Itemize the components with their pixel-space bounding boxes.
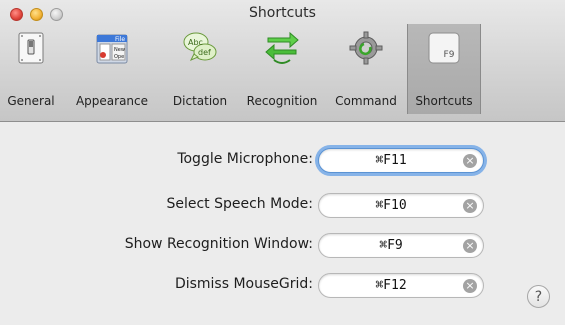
select-speech-mode-value: ⌘F10 xyxy=(375,198,407,213)
tab-command[interactable]: Command xyxy=(326,24,406,114)
tab-general-label: General xyxy=(7,94,55,108)
function-key-icon: F9 xyxy=(428,32,460,64)
dismiss-mousegrid-field[interactable]: ⌘F12 × xyxy=(318,273,484,298)
tab-appearance-label: Appearance xyxy=(75,94,149,108)
show-recognition-window-field[interactable]: ⌘F9 × xyxy=(318,233,484,258)
select-speech-mode-field[interactable]: ⌘F10 × xyxy=(318,193,484,218)
switch-icon xyxy=(18,32,44,64)
recognition-arrows-icon xyxy=(265,31,299,64)
show-recognition-window-label: Show Recognition Window: xyxy=(124,236,313,252)
new-menu-text: New xyxy=(114,47,125,53)
shortcuts-panel: Toggle Microphone: ⌘F11 × Select Speech … xyxy=(0,123,565,325)
speech-bubbles-icon: Abc def xyxy=(183,32,217,61)
toggle-microphone-value: ⌘F11 xyxy=(375,153,407,168)
toggle-microphone-label: Toggle Microphone: xyxy=(177,151,313,167)
clear-icon[interactable]: × xyxy=(463,279,477,293)
bubble-text-def: def xyxy=(198,48,211,57)
function-key-text: F9 xyxy=(444,50,455,60)
help-button[interactable]: ? xyxy=(527,285,550,308)
clear-icon[interactable]: × xyxy=(463,154,477,168)
toolbar: Shortcuts General File New Ope Appearanc… xyxy=(0,0,565,122)
tab-dictation-label: Dictation xyxy=(172,94,228,108)
window-title: Shortcuts xyxy=(249,5,316,21)
tab-appearance[interactable]: File New Ope Appearance xyxy=(63,24,161,114)
dismiss-mousegrid-value: ⌘F12 xyxy=(375,278,407,293)
select-speech-mode-label: Select Speech Mode: xyxy=(166,196,313,212)
tab-dictation[interactable]: Abc def Dictation xyxy=(162,24,238,114)
tab-shortcuts-label: Shortcuts xyxy=(415,94,473,108)
preferences-window: Shortcuts General File New Ope Appearanc… xyxy=(0,0,565,325)
clear-icon[interactable]: × xyxy=(463,199,477,213)
tab-recognition[interactable]: Recognition xyxy=(239,24,325,114)
toggle-microphone-field[interactable]: ⌘F11 × xyxy=(318,148,484,173)
tab-recognition-label: Recognition xyxy=(246,94,318,108)
appearance-icon: File New Ope xyxy=(96,34,128,64)
bubble-text-abc: Abc xyxy=(188,38,203,47)
tab-shortcuts[interactable]: F9 Shortcuts xyxy=(407,24,481,114)
show-recognition-window-value: ⌘F9 xyxy=(379,238,403,253)
gear-icon xyxy=(349,31,383,65)
file-menu-text: File xyxy=(115,36,125,43)
open-menu-text: Ope xyxy=(114,54,124,60)
tab-command-label: Command xyxy=(335,94,397,108)
clear-icon[interactable]: × xyxy=(463,239,477,253)
dismiss-mousegrid-label: Dismiss MouseGrid: xyxy=(174,276,313,292)
tab-general[interactable]: General xyxy=(0,24,62,114)
